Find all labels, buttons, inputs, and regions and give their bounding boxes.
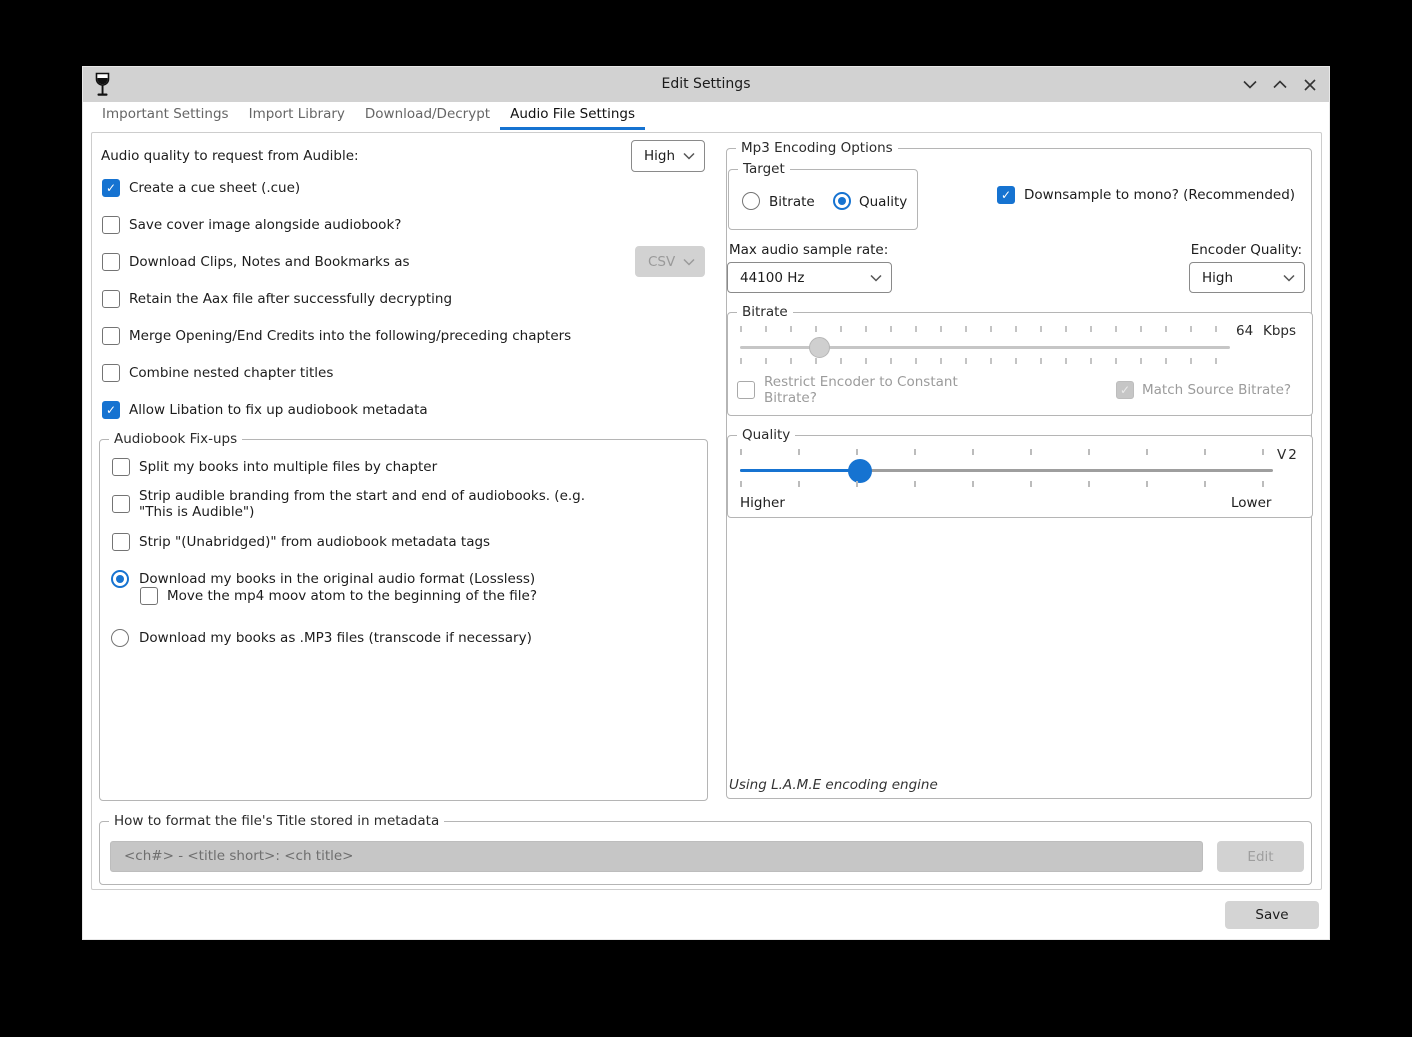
strip-unabridged-label: Strip "(Unabridged)" from audiobook meta… xyxy=(139,534,490,550)
merge-credits-checkbox[interactable] xyxy=(102,327,120,345)
max-sample-rate-value: 44100 Hz xyxy=(728,270,870,286)
edit-button: Edit xyxy=(1217,841,1304,872)
move-moov-checkbox[interactable] xyxy=(140,587,158,605)
mp3-encoding-title: Mp3 Encoding Options xyxy=(736,140,898,157)
audio-quality-select[interactable]: High xyxy=(631,140,705,172)
retain-aax-checkbox[interactable] xyxy=(102,290,120,308)
quality-slider-fill xyxy=(740,469,860,472)
download-lossless-radio[interactable] xyxy=(111,570,129,588)
bitrate-title: Bitrate xyxy=(737,304,793,321)
tab-audio-file-settings[interactable]: Audio File Settings xyxy=(500,102,645,130)
max-sample-rate-label: Max audio sample rate: xyxy=(729,242,888,258)
bitrate-slider-ticks-bottom xyxy=(740,358,1232,364)
split-books-checkbox[interactable] xyxy=(112,458,130,476)
restrict-cbr-checkbox xyxy=(737,381,755,399)
minimize-icon[interactable] xyxy=(1235,67,1265,102)
download-clips-checkbox[interactable] xyxy=(102,253,120,271)
downsample-mono-label: Downsample to mono? (Recommended) xyxy=(1024,187,1295,203)
encoding-engine-note: Using L.A.M.E encoding engine xyxy=(729,777,938,793)
target-quality-label: Quality xyxy=(859,194,907,210)
audiobook-fixups-group: Audiobook Fix-ups Split my books into mu… xyxy=(99,439,708,801)
mp3-encoding-group: Mp3 Encoding Options Target Bitrate Qual… xyxy=(726,148,1312,799)
chevron-down-icon xyxy=(870,274,882,282)
allow-fixup-checkbox[interactable] xyxy=(102,401,120,419)
allow-fixup-label: Allow Libation to fix up audiobook metad… xyxy=(129,402,428,418)
tab-download-decrypt[interactable]: Download/Decrypt xyxy=(355,102,500,130)
chevron-down-icon xyxy=(1283,274,1295,282)
bitrate-value: 64 xyxy=(1236,323,1253,339)
create-cue-label: Create a cue sheet (.cue) xyxy=(129,180,300,196)
encoder-quality-label: Encoder Quality: xyxy=(1191,242,1302,258)
tab-import-library[interactable]: Import Library xyxy=(239,102,355,130)
target-bitrate-radio[interactable] xyxy=(742,192,760,210)
encoder-quality-value: High xyxy=(1190,270,1283,286)
match-source-bitrate-label: Match Source Bitrate? xyxy=(1142,382,1291,398)
window-controls xyxy=(1235,67,1325,102)
bitrate-slider-handle xyxy=(809,337,830,358)
close-icon[interactable] xyxy=(1295,67,1325,102)
download-clips-label: Download Clips, Notes and Bookmarks as xyxy=(129,254,410,270)
quality-slider-handle[interactable] xyxy=(848,459,872,483)
restrict-cbr-label: Restrict Encoder to Constant Bitrate? xyxy=(764,374,976,406)
edit-settings-window: Edit Settings Important Settings Import … xyxy=(82,66,1330,940)
tab-bar: Important Settings Import Library Downlo… xyxy=(83,102,1329,130)
strip-unabridged-checkbox[interactable] xyxy=(112,533,130,551)
clips-format-select: CSV xyxy=(635,246,705,277)
save-cover-label: Save cover image alongside audiobook? xyxy=(129,217,401,233)
maximize-icon[interactable] xyxy=(1265,67,1295,102)
titlebar: Edit Settings xyxy=(83,67,1329,102)
download-mp3-radio[interactable] xyxy=(111,629,129,647)
download-mp3-label: Download my books as .MP3 files (transco… xyxy=(139,630,532,646)
target-bitrate-label: Bitrate xyxy=(769,194,815,210)
match-source-bitrate-checkbox xyxy=(1116,381,1134,399)
combine-nested-checkbox[interactable] xyxy=(102,364,120,382)
move-moov-label: Move the mp4 moov atom to the beginning … xyxy=(167,588,537,604)
strip-branding-checkbox[interactable] xyxy=(112,495,130,513)
bitrate-slider-ticks-top xyxy=(740,326,1232,332)
combine-nested-label: Combine nested chapter titles xyxy=(129,365,333,381)
target-title: Target xyxy=(738,161,790,178)
quality-higher-label: Higher xyxy=(740,495,785,511)
clips-format-value: CSV xyxy=(636,254,683,270)
title-format-input: <ch#> - <title short>: <ch title> xyxy=(110,841,1203,872)
downsample-mono-checkbox[interactable] xyxy=(997,186,1015,204)
audiobook-fixups-title: Audiobook Fix-ups xyxy=(109,431,242,448)
bitrate-unit: Kbps xyxy=(1263,323,1296,339)
quality-value: V2 xyxy=(1277,447,1299,463)
download-lossless-label: Download my books in the original audio … xyxy=(139,571,535,587)
retain-aax-label: Retain the Aax file after successfully d… xyxy=(129,291,452,307)
chevron-down-icon xyxy=(683,152,695,160)
bitrate-group: Bitrate 64 Kbps Restrict Encoder to Cons… xyxy=(727,312,1313,416)
strip-branding-label: Strip audible branding from the start an… xyxy=(139,488,591,520)
quality-slider-ticks-bottom xyxy=(740,481,1270,487)
merge-credits-label: Merge Opening/End Credits into the follo… xyxy=(129,328,571,344)
quality-group: Quality V2 Higher Lower xyxy=(727,435,1313,518)
max-sample-rate-select[interactable]: 44100 Hz xyxy=(727,262,892,293)
title-format-title: How to format the file's Title stored in… xyxy=(109,813,444,830)
split-books-label: Split my books into multiple files by ch… xyxy=(139,459,437,475)
audio-quality-label: Audio quality to request from Audible: xyxy=(101,148,359,164)
target-group: Target Bitrate Quality xyxy=(728,169,918,230)
tab-important-settings[interactable]: Important Settings xyxy=(92,102,239,130)
quality-title: Quality xyxy=(737,427,795,444)
chevron-down-icon xyxy=(683,258,695,266)
target-quality-radio[interactable] xyxy=(833,192,851,210)
window-title: Edit Settings xyxy=(83,67,1329,102)
save-button[interactable]: Save xyxy=(1225,901,1319,929)
audio-quality-value: High xyxy=(632,148,683,164)
quality-slider-ticks-top xyxy=(740,449,1270,455)
title-format-group: How to format the file's Title stored in… xyxy=(99,821,1312,885)
encoder-quality-select[interactable]: High xyxy=(1189,262,1305,293)
create-cue-checkbox[interactable] xyxy=(102,179,120,197)
save-cover-checkbox[interactable] xyxy=(102,216,120,234)
quality-lower-label: Lower xyxy=(1231,495,1271,511)
